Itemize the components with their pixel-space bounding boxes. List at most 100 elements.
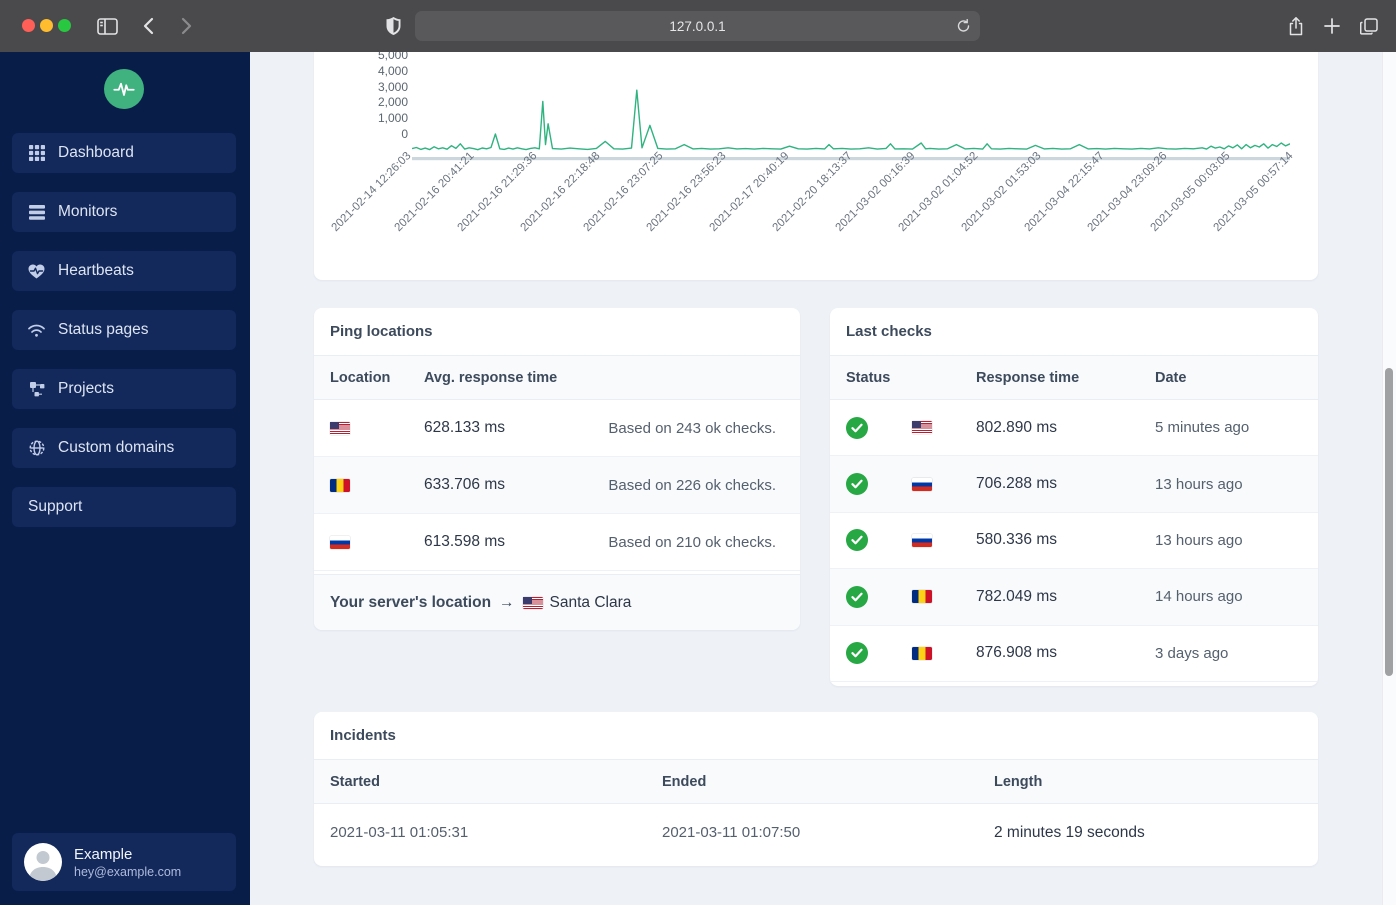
ro-flag-icon	[330, 478, 350, 492]
checks-note: Based on 243 ok checks.	[608, 419, 776, 437]
table-row: 628.133 ms Based on 243 ok checks.	[314, 400, 800, 457]
ro-flag-icon	[912, 646, 932, 660]
new-tab-icon[interactable]	[1318, 12, 1346, 40]
response-time-value: 782.049 ms	[976, 587, 1057, 605]
check-date: 3 days ago	[1155, 644, 1229, 662]
sidebar-item-monitors[interactable]: Monitors	[12, 192, 236, 232]
status-ok-icon	[846, 529, 868, 552]
avg-response-value: 613.598 ms	[424, 533, 505, 550]
y-tick-label: 2,000	[377, 95, 408, 110]
us-flag-icon	[330, 421, 350, 435]
sidebar-item-label: Status pages	[58, 321, 149, 338]
sidebar-item-support[interactable]: Support	[12, 487, 236, 527]
check-date: 13 hours ago	[1155, 475, 1243, 493]
sidebar-item-projects[interactable]: Projects	[12, 369, 236, 409]
table-row: 802.890 ms 5 minutes ago	[830, 400, 1318, 457]
server-city: Santa Clara	[549, 593, 632, 611]
column-avg-response-time: Avg. response time	[424, 370, 558, 386]
status-ok-icon	[846, 473, 868, 496]
user-name: Example	[74, 845, 133, 863]
column-response-time: Response time	[976, 370, 1080, 386]
sidebar-item-label: Dashboard	[58, 144, 134, 161]
response-time-value: 706.288 ms	[976, 475, 1057, 493]
checks-note: Based on 210 ok checks.	[608, 533, 776, 551]
wifi-icon	[28, 322, 45, 339]
incident-length: 2 minutes 19 seconds	[994, 823, 1145, 841]
ru-flag-icon	[912, 477, 932, 491]
response-time-chart-card: 5,000 4,000 3,000 2,000 1,000 0 2021-02-14 12…	[314, 52, 1318, 280]
ping-locations-card: Ping locations Location Avg. response ti…	[314, 308, 800, 630]
sidebar-item-heartbeats[interactable]: Heartbeats	[12, 251, 236, 291]
heart-pulse-icon	[28, 263, 45, 280]
scrollbar-track	[1382, 52, 1396, 905]
rows-icon	[28, 204, 45, 221]
reload-icon[interactable]	[953, 16, 973, 36]
y-tick-label: 0	[401, 127, 408, 141]
minimize-window-button[interactable]	[40, 19, 53, 32]
check-date: 5 minutes ago	[1155, 419, 1250, 437]
check-date: 13 hours ago	[1155, 531, 1243, 549]
browser-toolbar: 127.0.0.1	[0, 0, 1396, 52]
app-logo-pulse-icon[interactable]	[104, 69, 144, 109]
table-row: 706.288 ms 13 hours ago	[830, 456, 1318, 513]
incidents-card: Incidents Started Ended Length 2021-03-1…	[314, 712, 1318, 866]
privacy-shield-icon[interactable]	[379, 12, 407, 40]
sidebar-toggle-icon[interactable]	[93, 12, 121, 40]
ro-flag-icon	[912, 590, 932, 604]
arrow-right-icon: →	[499, 593, 515, 611]
globe-icon	[28, 440, 45, 457]
response-time-value: 580.336 ms	[976, 531, 1057, 549]
user-email: hey@example.com	[74, 864, 182, 879]
incidents-title: Incidents	[314, 712, 1318, 760]
y-tick-label: 4,000	[377, 63, 408, 78]
column-length: Length	[994, 774, 1043, 790]
incidents-header-row: Started Ended Length	[314, 760, 1318, 804]
forward-button[interactable]	[172, 12, 200, 40]
column-started: Started	[330, 774, 380, 790]
status-ok-icon	[846, 585, 868, 608]
sidebar-nav: Dashboard Monitors Heartbeats Status pag…	[12, 133, 236, 546]
main-content: 5,000 4,000 3,000 2,000 1,000 0 2021-02-14 12…	[250, 52, 1396, 905]
checks-note: Based on 226 ok checks.	[608, 476, 776, 494]
column-status: Status	[846, 370, 891, 386]
last-checks-header-row: Status Response time Date	[830, 356, 1318, 400]
grid-icon	[28, 145, 45, 162]
ping-locations-title: Ping locations	[314, 308, 800, 356]
sidebar-item-label: Support	[28, 498, 83, 515]
sitemap-icon	[28, 381, 45, 398]
last-checks-title: Last checks	[830, 308, 1318, 356]
table-row: 782.049 ms 14 hours ago	[830, 569, 1318, 626]
table-row: 876.908 ms 3 days ago	[830, 626, 1318, 682]
ru-flag-icon	[912, 533, 932, 547]
sidebar-item-custom-domains[interactable]: Custom domains	[12, 428, 236, 468]
column-date: Date	[1155, 370, 1187, 386]
table-row: 2021-03-11 01:05:31 2021-03-11 01:07:50 …	[314, 804, 1318, 861]
incident-started: 2021-03-11 01:05:31	[330, 824, 469, 841]
sidebar-item-label: Heartbeats	[58, 262, 134, 279]
table-row: 633.706 ms Based on 226 ok checks.	[314, 457, 800, 514]
sidebar-item-status-pages[interactable]: Status pages	[12, 310, 236, 350]
response-time-value: 802.890 ms	[976, 418, 1057, 436]
avg-response-value: 633.706 ms	[424, 476, 505, 493]
last-checks-card: Last checks Status Response time Date 80…	[830, 308, 1318, 686]
tab-overview-icon[interactable]	[1355, 12, 1383, 40]
close-window-button[interactable]	[22, 19, 35, 32]
sidebar-item-dashboard[interactable]: Dashboard	[12, 133, 236, 173]
sidebar-item-label: Projects	[58, 380, 114, 397]
column-ended: Ended	[662, 774, 707, 790]
status-ok-icon	[846, 416, 868, 439]
sidebar-item-label: Monitors	[58, 203, 118, 220]
zoom-window-button[interactable]	[58, 19, 71, 32]
table-row: 580.336 ms 13 hours ago	[830, 513, 1318, 570]
sidebar: Dashboard Monitors Heartbeats Status pag…	[0, 52, 250, 905]
ru-flag-icon	[330, 535, 350, 549]
ping-locations-header-row: Location Avg. response time	[314, 356, 800, 400]
scrollbar-thumb[interactable]	[1385, 368, 1393, 676]
column-location: Location	[330, 370, 391, 386]
check-date: 14 hours ago	[1155, 588, 1243, 606]
back-button[interactable]	[134, 12, 162, 40]
user-profile-card[interactable]: Example hey@example.com	[12, 833, 236, 891]
x-tick-label: 2021-02-14 12:26:03	[329, 150, 414, 235]
share-icon[interactable]	[1282, 12, 1310, 40]
address-bar[interactable]: 127.0.0.1	[415, 11, 980, 41]
